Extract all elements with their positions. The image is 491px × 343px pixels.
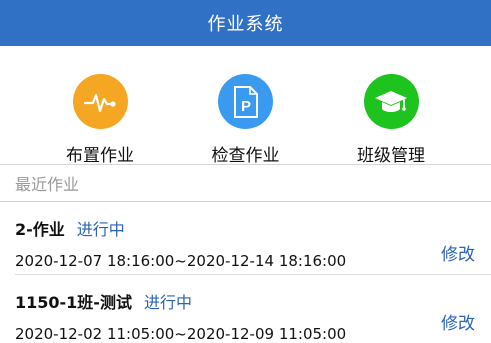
document-p-icon: P (218, 74, 273, 129)
graduation-cap-icon (363, 74, 419, 129)
top-nav-bar: 作业系统 (0, 0, 491, 46)
shortcut-grid: 布置作业 P 检查作业 班级管理 (0, 46, 491, 166)
page-title: 作业系统 (207, 14, 284, 35)
homework-name: 1150-1班-测试 (15, 293, 132, 312)
waveform-icon (72, 74, 128, 129)
check-homework-label: 检查作业 (211, 146, 280, 166)
edit-button[interactable]: 修改 (441, 240, 475, 265)
class-management-button[interactable]: 班级管理 (321, 46, 461, 166)
homework-period: 2020-12-07 18:16:00~2020-12-14 18:16:00 (15, 252, 347, 270)
check-homework-button[interactable]: P 检查作业 (176, 46, 316, 166)
assign-homework-button[interactable]: 布置作业 (30, 46, 170, 166)
homework-period: 2020-12-02 11:05:00~2020-12-09 11:05:00 (15, 325, 347, 343)
status-badge: 进行中 (143, 293, 192, 312)
svg-text:P: P (240, 98, 250, 115)
list-item[interactable]: 1150-1班-测试 进行中 2020-12-02 11:05:00~2020-… (0, 275, 491, 343)
list-item[interactable]: 2-作业 进行中 2020-12-07 18:16:00~2020-12-14 … (0, 202, 491, 274)
class-management-label: 班级管理 (357, 146, 425, 166)
assign-homework-label: 布置作业 (66, 146, 134, 166)
status-badge: 进行中 (76, 220, 125, 239)
recent-homework-heading: 最近作业 (15, 175, 80, 194)
homework-name: 2-作业 (15, 220, 65, 239)
edit-button[interactable]: 修改 (441, 309, 475, 334)
